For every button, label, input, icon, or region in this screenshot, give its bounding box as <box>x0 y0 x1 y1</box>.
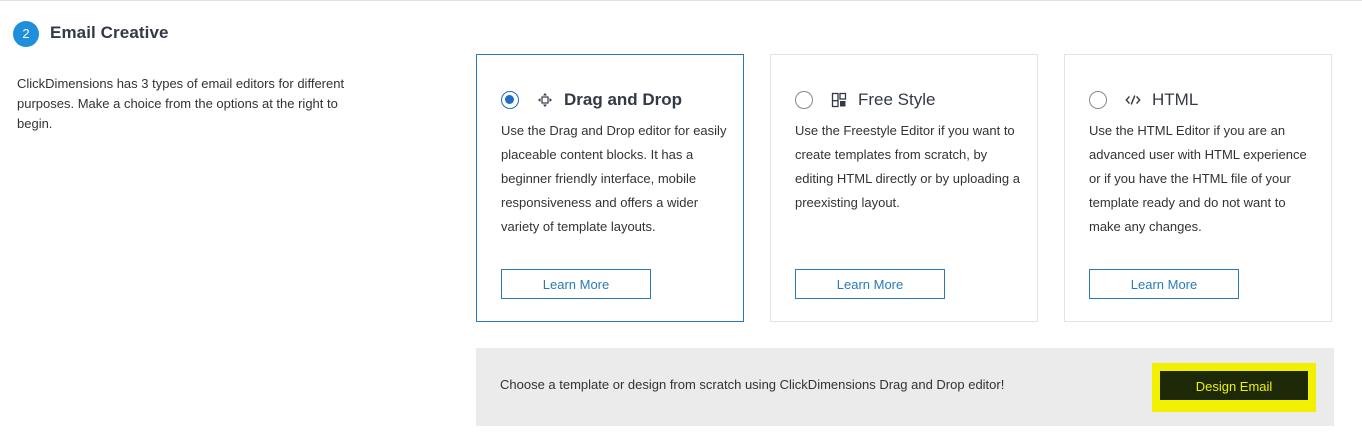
editor-card-header: Free Style <box>795 89 935 111</box>
editor-description: Use the Drag and Drop editor for easily … <box>501 123 727 234</box>
top-divider <box>0 0 1362 1</box>
drag-and-drop-radio[interactable] <box>501 91 519 109</box>
layout-blocks-icon <box>831 92 847 108</box>
editor-card-header: HTML <box>1089 89 1198 111</box>
editor-title: Drag and Drop <box>564 90 683 109</box>
learn-more-button[interactable]: Learn More <box>795 269 945 299</box>
design-button-highlight: Design Email <box>1152 363 1316 412</box>
editor-description: Use the Freestyle Editor if you want to … <box>795 123 1020 210</box>
editor-description: Use the HTML Editor if you are an advanc… <box>1089 123 1307 234</box>
free-style-radio[interactable] <box>795 91 813 109</box>
footer-message: Choose a template or design from scratch… <box>500 377 1005 392</box>
html-radio[interactable] <box>1089 91 1107 109</box>
editor-title: HTML <box>1152 90 1199 109</box>
drag-drop-icon <box>537 92 553 108</box>
intro-text: ClickDimensions has 3 types of email edi… <box>17 76 345 131</box>
section-title: Email Creative <box>50 23 169 42</box>
editor-card-drag-and-drop[interactable]: Drag and Drop Use the Drag and Drop edit… <box>476 54 744 322</box>
learn-more-button[interactable]: Learn More <box>1089 269 1239 299</box>
step-number-badge: 2 <box>13 21 39 47</box>
email-creative-page: 2 Email Creative ClickDimensions has 3 t… <box>0 0 1362 440</box>
design-email-button[interactable]: Design Email <box>1160 371 1308 400</box>
code-icon <box>1125 92 1141 108</box>
design-footer-bar: Choose a template or design from scratch… <box>476 348 1334 426</box>
editor-card-free-style[interactable]: Free Style Use the Freestyle Editor if y… <box>770 54 1038 322</box>
editor-card-html[interactable]: HTML Use the HTML Editor if you are an a… <box>1064 54 1332 322</box>
learn-more-button[interactable]: Learn More <box>501 269 651 299</box>
editor-card-header: Drag and Drop <box>501 89 682 111</box>
editor-title: Free Style <box>858 90 936 109</box>
